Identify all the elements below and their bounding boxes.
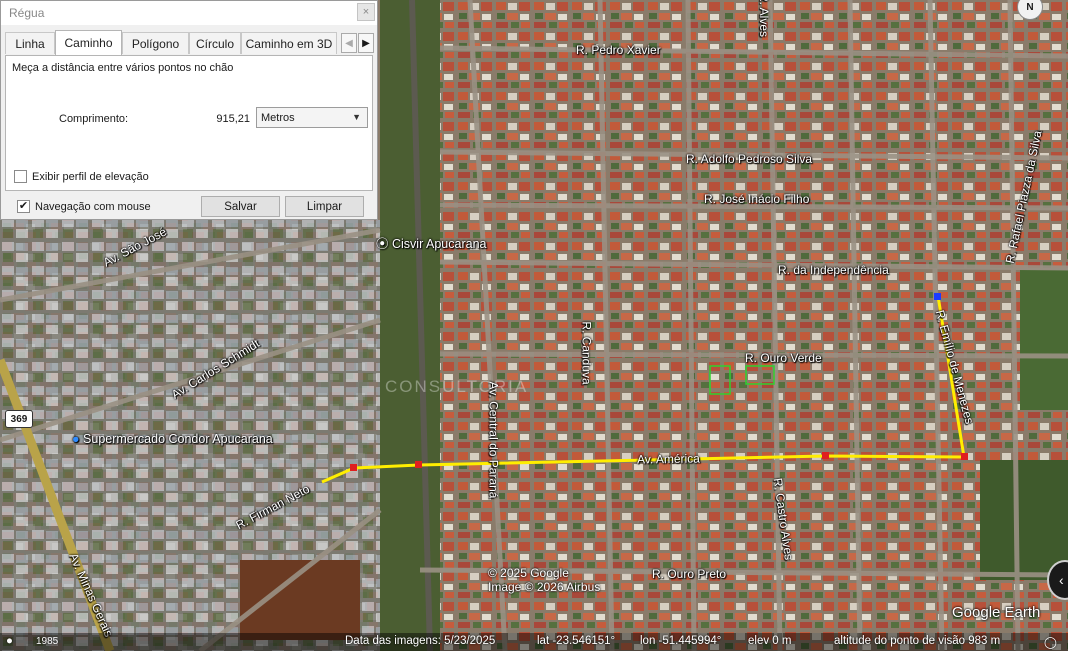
street-label-adolfo-pedroso: R. Adolfo Pedroso Silva: [686, 152, 813, 166]
tab-strip: Linha Caminho Polígono Círculo Caminho e…: [5, 30, 374, 55]
tab-circulo[interactable]: Círculo: [189, 32, 241, 54]
street-label-canduva: R. Canduva: [579, 321, 594, 385]
length-value: 915,21: [216, 113, 250, 125]
globe-icon: ●: [6, 635, 13, 647]
street-label-independencia: R. da Independência: [778, 263, 889, 277]
elevation-profile-label: Exibir perfil de elevação: [32, 171, 149, 183]
clear-button[interactable]: Limpar: [285, 196, 364, 217]
close-button[interactable]: ×: [357, 3, 375, 21]
ruler-dialog: Régua × Linha Caminho Polígono Círculo C…: [0, 0, 378, 220]
street-label-ouro-verde: R. Ouro Verde: [745, 351, 822, 365]
poi-condor[interactable]: ● Supermercado Condor Apucarana: [72, 432, 273, 446]
street-label-alves: R. Alves: [757, 0, 772, 38]
historical-year: 1985: [36, 636, 59, 647]
image-date: Data das imagens: 5/23/2025: [345, 635, 496, 647]
tab-poligono[interactable]: Polígono: [122, 32, 189, 54]
road-shield: 369: [5, 410, 33, 428]
street-label-america: Av. América: [636, 451, 701, 467]
latitude: lat -23.546151°: [537, 635, 616, 647]
panel-description: Meça a distância entre vários pontos no …: [12, 62, 234, 74]
street-label-jose-inacio: R. José Inácio Filho: [704, 192, 810, 206]
chevron-down-icon: ▼: [352, 112, 361, 122]
unit-select[interactable]: Metros ▼: [256, 107, 368, 128]
street-label-central-parana: Av. Central do Paraná: [486, 381, 501, 499]
status-bar: ● Data das imagens: 5/23/2025 lat -23.54…: [0, 633, 1068, 651]
copyright: © 2025 Google Image © 2026 Airbus: [488, 566, 601, 594]
dialog-titlebar[interactable]: Régua ×: [1, 1, 377, 25]
eye-altitude: altitude do ponto de visão 983 m: [834, 635, 1001, 647]
zoom-icon[interactable]: ◯: [1044, 635, 1057, 649]
street-label-pedro-xavier: R. Pedro Xavier: [576, 43, 661, 57]
tab-caminho[interactable]: Caminho: [55, 30, 122, 55]
tab-scroll-left-button[interactable]: ◀: [341, 33, 357, 53]
watermark-text: CONSULTORIA: [385, 377, 529, 396]
close-icon: ×: [362, 6, 370, 18]
length-label: Comprimento:: [59, 113, 129, 125]
dialog-title: Régua: [9, 6, 45, 20]
street-label-ouro-preto: R. Ouro Preto: [652, 567, 727, 581]
unit-select-value: Metros: [261, 111, 295, 124]
elevation: elev 0 m: [748, 635, 792, 647]
save-button[interactable]: Salvar: [201, 196, 280, 217]
google-earth-logo: Google Earth: [952, 604, 1041, 621]
mouse-nav-label: Navegação com mouse: [35, 201, 151, 213]
pin-icon: ⦿: [376, 237, 392, 251]
path-panel: Meça a distância entre vários pontos no …: [5, 55, 373, 191]
poi-cisvir[interactable]: ⦿ Cisvir Apucarana: [376, 233, 486, 252]
tab-scroll-right-button[interactable]: ▶: [358, 33, 374, 53]
tab-caminho-3d[interactable]: Caminho em 3D: [241, 32, 337, 54]
elevation-profile-checkbox[interactable]: [14, 170, 27, 183]
tab-linha[interactable]: Linha: [5, 32, 55, 54]
mouse-nav-checkbox[interactable]: ✔: [17, 200, 30, 213]
longitude: lon -51.445994°: [640, 635, 722, 647]
shopping-pin-icon: ●: [72, 432, 84, 446]
